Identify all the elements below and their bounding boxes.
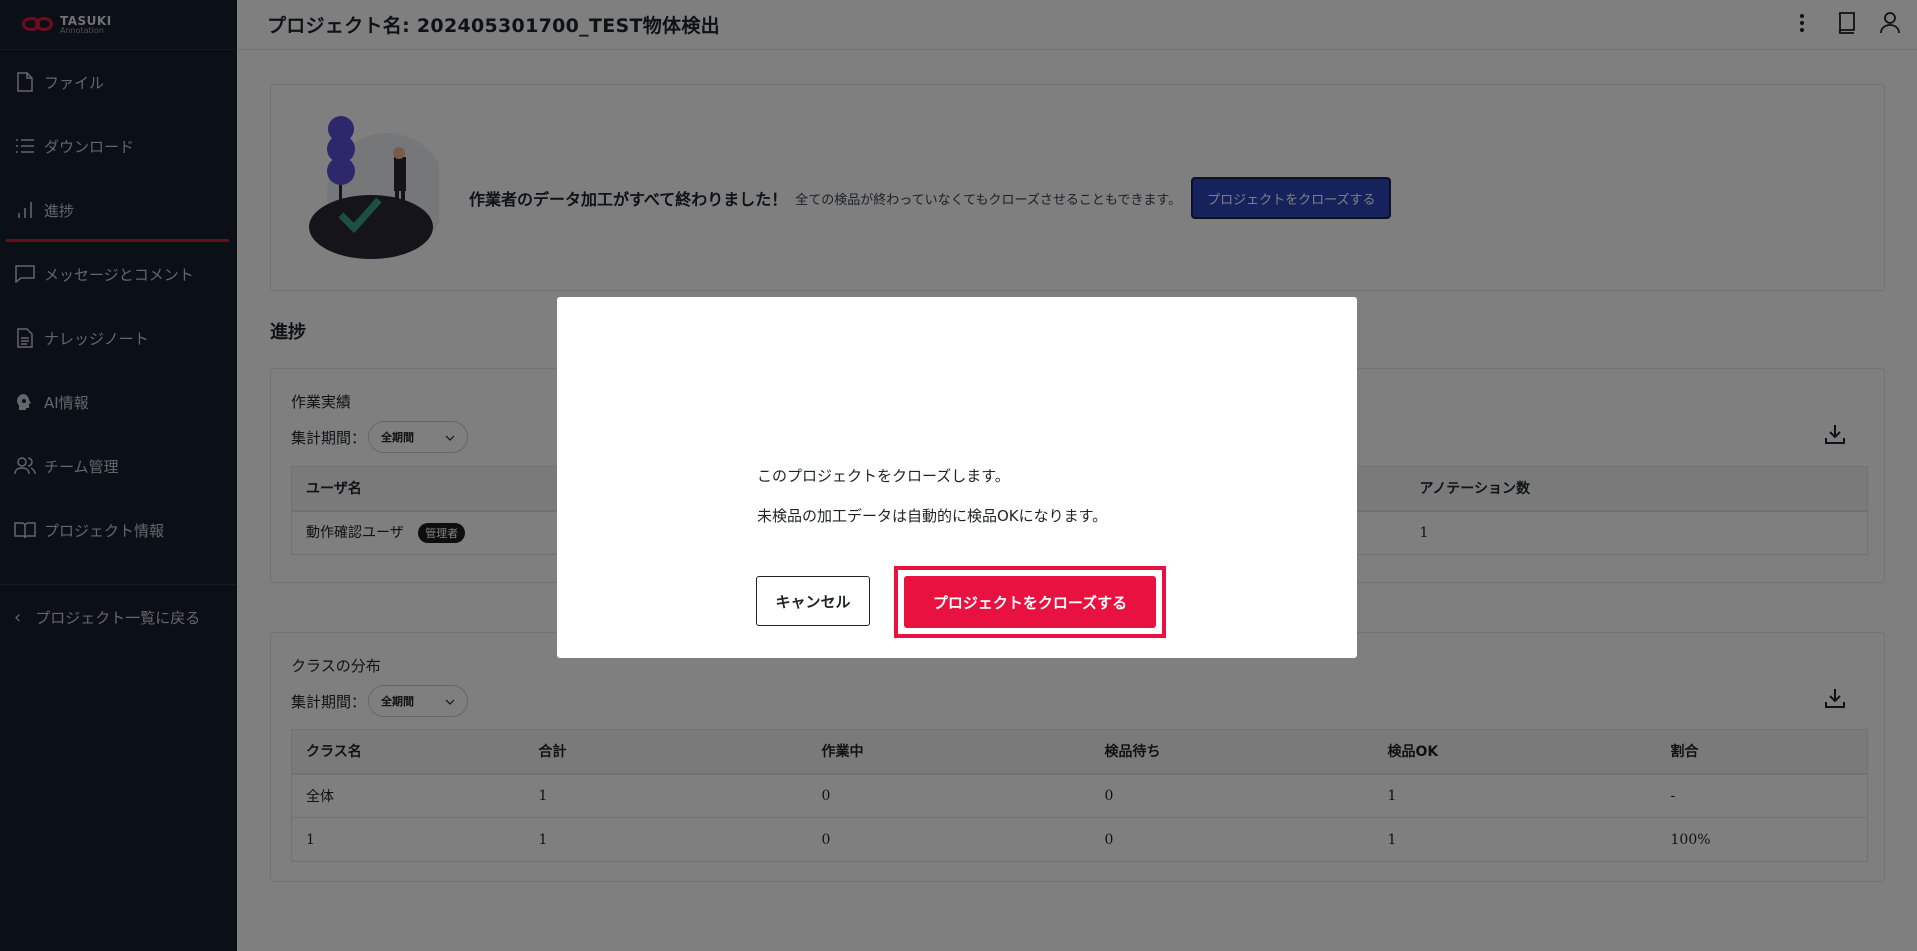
confirm-highlight: プロジェクトをクローズする (894, 566, 1166, 638)
dialog-message-line2: 未検品の加工データは自動的に検品OKになります。 (757, 507, 1108, 525)
close-project-confirm-button[interactable]: プロジェクトをクローズする (904, 576, 1156, 628)
close-project-dialog: このプロジェクトをクローズします。 未検品の加工データは自動的に検品OKになりま… (557, 297, 1357, 658)
dialog-message-line1: このプロジェクトをクローズします。 (757, 467, 1010, 485)
cancel-button[interactable]: キャンセル (756, 576, 870, 626)
